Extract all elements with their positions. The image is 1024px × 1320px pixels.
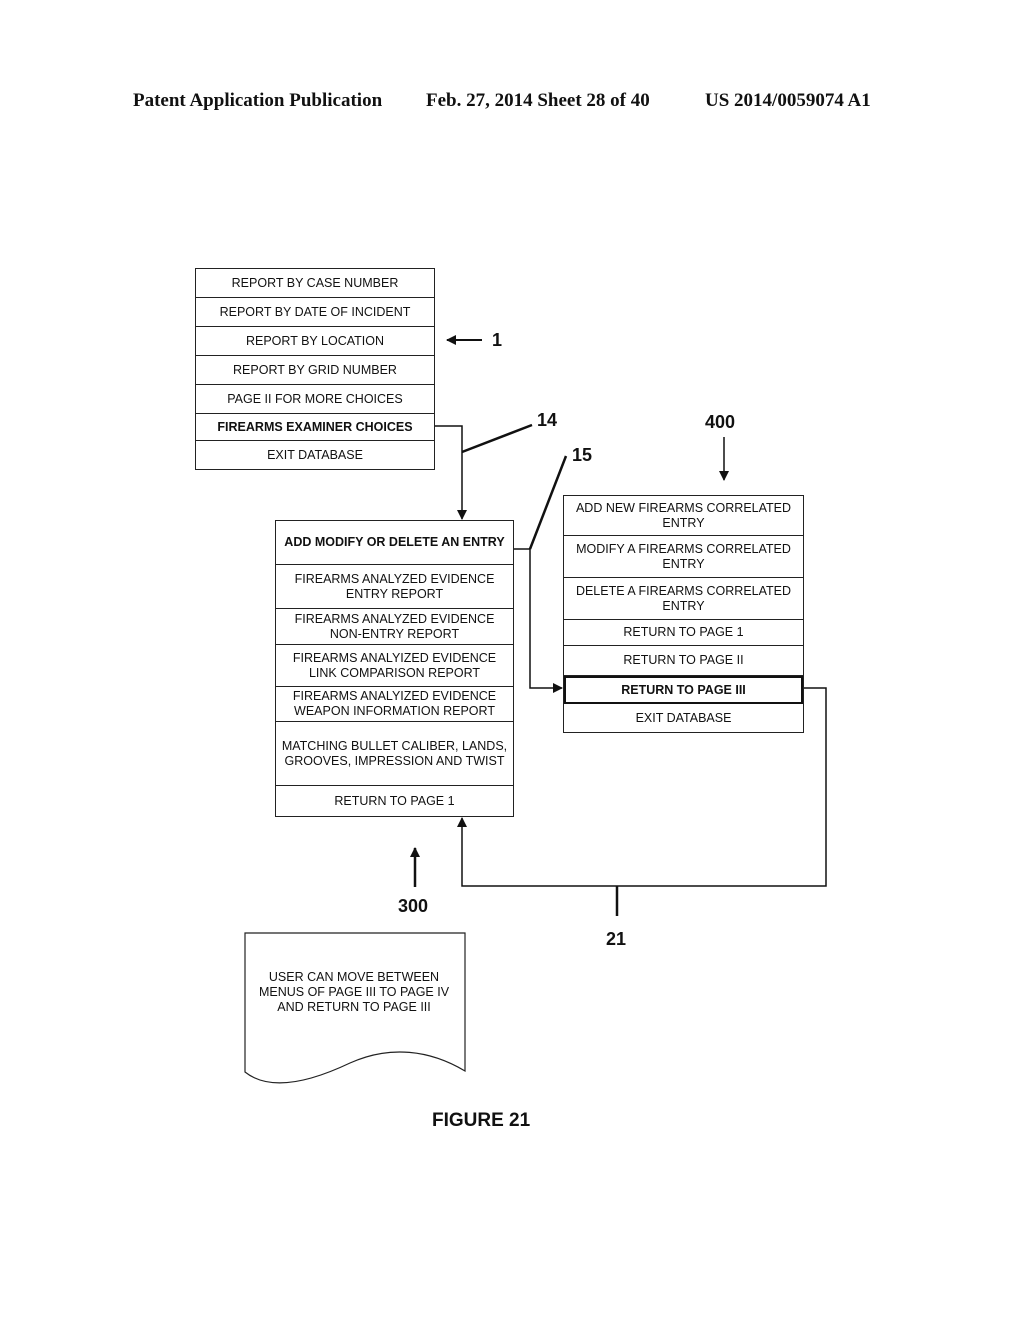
- note-text: USER CAN MOVE BETWEEN MENUS OF PAGE III …: [258, 970, 450, 1014]
- menu-item-exit-database[interactable]: EXIT DATABASE: [564, 704, 803, 732]
- menu-item-report-by-location[interactable]: REPORT BY LOCATION: [196, 327, 434, 356]
- menu-item-firearms-examiner[interactable]: FIREARMS EXAMINER CHOICES: [196, 414, 434, 441]
- menu-item-weapon-info[interactable]: FIREARMS ANALYIZED EVIDENCE WEAPON INFOR…: [276, 687, 513, 722]
- menu-item-non-entry-report[interactable]: FIREARMS ANALYZED EVIDENCE NON-ENTRY REP…: [276, 609, 513, 645]
- ref-label-14: 14: [537, 410, 558, 430]
- menu-page-3: ADD MODIFY OR DELETE AN ENTRY FIREARMS A…: [275, 520, 514, 817]
- ref-label-400: 400: [705, 412, 736, 432]
- figure-label: FIGURE 21: [432, 1110, 531, 1131]
- ref-label-300: 300: [398, 896, 429, 916]
- menu-item-add-new-correlated[interactable]: ADD NEW FIREARMS CORRELATED ENTRY: [564, 496, 803, 536]
- menu-item-return-page-1[interactable]: RETURN TO PAGE 1: [564, 620, 803, 646]
- arrow-page3-to-page4: [513, 548, 563, 693]
- menu-page-1: REPORT BY CASE NUMBER REPORT BY DATE OF …: [195, 268, 435, 470]
- menu-item-add-modify-delete[interactable]: ADD MODIFY OR DELETE AN ENTRY: [276, 521, 513, 565]
- menu-item-delete-correlated[interactable]: DELETE A FIREARMS CORRELATED ENTRY: [564, 578, 803, 620]
- ref-label-15: 15: [572, 445, 593, 465]
- menu-item-return-page-iii[interactable]: RETURN TO PAGE III: [564, 676, 803, 704]
- menu-item-matching-bullet[interactable]: MATCHING BULLET CALIBER, LANDS, GROOVES,…: [276, 722, 513, 786]
- menu-item-report-by-date[interactable]: REPORT BY DATE OF INCIDENT: [196, 298, 434, 327]
- menu-item-link-comparison[interactable]: FIREARMS ANALYIZED EVIDENCE LINK COMPARI…: [276, 645, 513, 687]
- menu-item-entry-report[interactable]: FIREARMS ANALYZED EVIDENCE ENTRY REPORT: [276, 565, 513, 609]
- leader-15: [528, 455, 568, 550]
- menu-item-return-page-ii[interactable]: RETURN TO PAGE II: [564, 646, 803, 676]
- ref-label-21: 21: [606, 929, 627, 949]
- leader-14: [461, 423, 533, 454]
- menu-page-4: ADD NEW FIREARMS CORRELATED ENTRY MODIFY…: [563, 495, 804, 733]
- menu-item-exit-database[interactable]: EXIT DATABASE: [196, 441, 434, 469]
- arrow-page1-to-page3: [434, 425, 467, 520]
- ref-label-1: 1: [492, 330, 503, 350]
- menu-item-modify-correlated[interactable]: MODIFY A FIREARMS CORRELATED ENTRY: [564, 536, 803, 578]
- menu-item-return-page-1[interactable]: RETURN TO PAGE 1: [276, 786, 513, 816]
- menu-item-report-by-grid[interactable]: REPORT BY GRID NUMBER: [196, 356, 434, 385]
- menu-item-report-by-case-number[interactable]: REPORT BY CASE NUMBER: [196, 269, 434, 298]
- menu-item-page-ii[interactable]: PAGE II FOR MORE CHOICES: [196, 385, 434, 414]
